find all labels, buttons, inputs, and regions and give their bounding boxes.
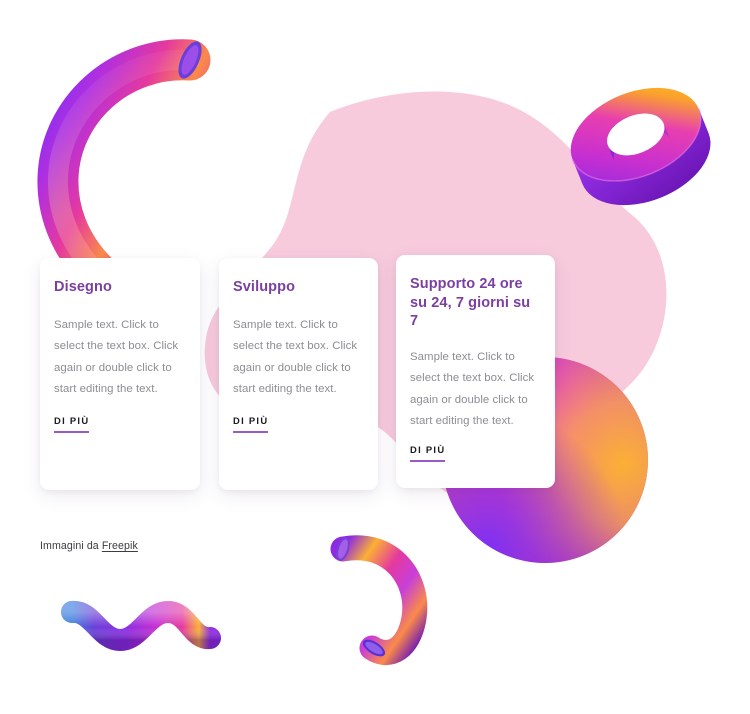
read-more-link[interactable]: DI PIÙ [54, 415, 90, 433]
feature-card-sviluppo[interactable]: Sviluppo Sample text. Click to select th… [219, 258, 378, 490]
card-body-text: Sample text. Click to select the text bo… [54, 318, 179, 396]
card-title: Supporto 24 ore su 24, 7 giorni su 7 [410, 276, 531, 330]
feature-card-supporto[interactable]: Supporto 24 ore su 24, 7 giorni su 7 Sam… [396, 255, 555, 488]
image-credit: Immagini da Freepik [40, 540, 138, 552]
freepik-link[interactable]: Freepik [102, 540, 138, 552]
page-root: Disegno Sample text. Click to select the… [0, 0, 750, 714]
read-more-link[interactable]: DI PIÙ [233, 415, 269, 433]
card-title: Disegno [54, 279, 112, 295]
feature-cards-container: Disegno Sample text. Click to select the… [0, 0, 750, 714]
image-credit-prefix: Immagini da [40, 540, 102, 552]
card-body-text: Sample text. Click to select the text bo… [410, 350, 535, 428]
read-more-link[interactable]: DI PIÙ [410, 444, 446, 462]
feature-card-disegno[interactable]: Disegno Sample text. Click to select the… [40, 258, 200, 490]
card-body-text: Sample text. Click to select the text bo… [233, 318, 358, 396]
card-title: Sviluppo [233, 279, 296, 295]
